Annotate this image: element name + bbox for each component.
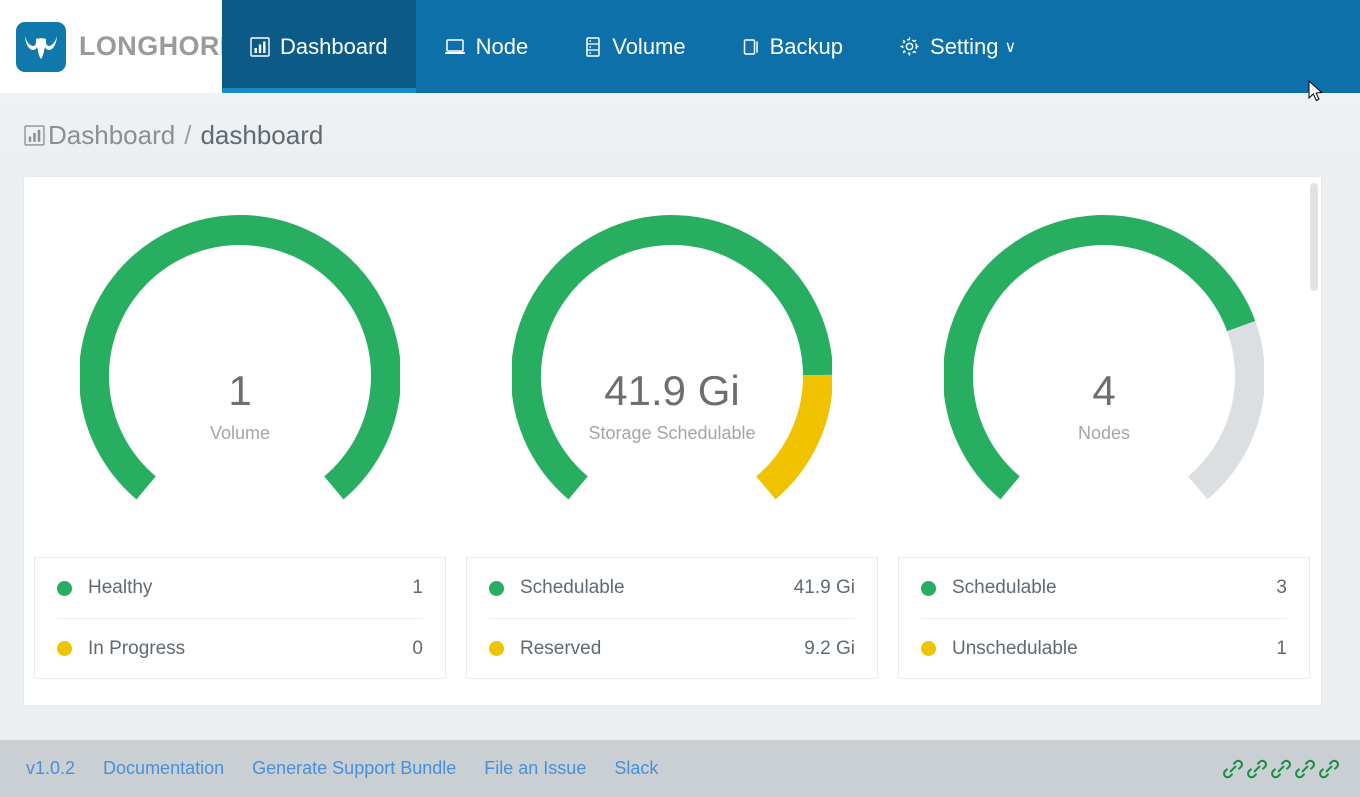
legend-label: Schedulable — [520, 577, 625, 598]
nav-item-setting[interactable]: Setting ∨ — [871, 0, 1044, 93]
legend-row: Healthy 1 In Progress 0 Schedulable 41.9… — [24, 557, 1321, 679]
status-dot-icon — [921, 580, 936, 596]
footer-link-generate-support-bundle[interactable]: Generate Support Bundle — [252, 758, 456, 779]
breadcrumb: Dashboard / dashboard — [0, 93, 1360, 177]
volume-stack-icon — [584, 36, 602, 57]
footer-links: v1.0.2 Documentation Generate Support Bu… — [26, 758, 658, 779]
nav-item-label: Setting — [930, 33, 999, 59]
nav-items: Dashboard Node Volume Backup Setting ∨ — [222, 0, 1044, 93]
brand-name: LONGHORN — [79, 31, 240, 61]
gauge-value: 4 — [1092, 367, 1116, 414]
legend-value: 3 — [1276, 577, 1287, 598]
gauge-row: 1 Volume 41.9 Gi Storage Schedulable 4 N… — [24, 177, 1321, 567]
nav-item-label: Backup — [769, 33, 844, 59]
legend-item: Healthy 1 — [57, 558, 423, 618]
breadcrumb-current: dashboard — [200, 119, 324, 150]
nav-item-label: Node — [475, 33, 529, 59]
legend-item: In Progress 0 — [57, 618, 423, 678]
footer-link-documentation[interactable]: Documentation — [103, 758, 224, 779]
legend-volume: Healthy 1 In Progress 0 — [24, 557, 456, 679]
link-chain-icon[interactable] — [1246, 758, 1268, 780]
legend-value: 9.2 Gi — [804, 637, 855, 659]
link-chain-icon[interactable] — [1318, 758, 1340, 780]
gauge-segment — [944, 215, 1256, 500]
status-dot-icon — [57, 641, 72, 656]
nav-item-dashboard[interactable]: Dashboard — [222, 0, 416, 93]
legend-storage: Schedulable 41.9 Gi Reserved 9.2 Gi — [456, 557, 888, 679]
node-laptop-icon — [444, 37, 466, 57]
nav-item-label: Volume — [612, 33, 686, 59]
gauge-value: 1 — [228, 367, 252, 414]
version-label: v1.0.2 — [26, 758, 76, 778]
gauge-volume: 1 Volume — [24, 201, 456, 567]
link-chain-icon[interactable] — [1222, 758, 1244, 780]
gauge-label: Nodes — [1077, 423, 1131, 444]
legend-value: 41.9 Gi — [793, 577, 855, 598]
footer-link-file-an-issue[interactable]: File an Issue — [484, 758, 586, 779]
breadcrumb-root[interactable]: Dashboard — [48, 120, 175, 151]
legend-value: 0 — [412, 637, 423, 659]
status-dot-icon — [489, 580, 504, 596]
legend-label: Healthy — [88, 577, 153, 598]
gauge-value: 41.9 Gi — [604, 367, 740, 414]
mouse-cursor — [1308, 79, 1324, 109]
gauge-label: Storage Schedulable — [588, 423, 756, 444]
legend-label: Unschedulable — [952, 637, 1078, 659]
nav-item-node[interactable]: Node — [416, 0, 557, 93]
legend-item: Reserved 9.2 Gi — [489, 618, 855, 678]
legend-value: 1 — [412, 577, 423, 598]
legend-label: Reserved — [520, 637, 602, 659]
chart-bar-icon — [24, 124, 45, 146]
backup-copy-icon — [742, 37, 760, 57]
legend-label: Schedulable — [952, 577, 1057, 598]
nav-item-label: Dashboard — [280, 33, 388, 59]
brand-logo[interactable]: LONGHORN — [0, 0, 239, 93]
legend-item: Schedulable 41.9 Gi — [489, 558, 855, 618]
status-dot-icon — [489, 641, 504, 656]
legend-nodes: Schedulable 3 Unschedulable 1 — [888, 557, 1320, 679]
gauge-label: Volume — [209, 423, 271, 444]
legend-item: Unschedulable 1 — [921, 618, 1287, 678]
chevron-down-icon[interactable]: ∨ — [1005, 37, 1017, 57]
link-chain-icon[interactable] — [1270, 758, 1292, 780]
gauge-segment — [80, 215, 400, 500]
status-dot-icon — [921, 641, 936, 656]
breadcrumb-separator: / — [184, 119, 192, 150]
footer-icon-group — [1222, 758, 1340, 780]
legend-item: Schedulable 3 — [921, 558, 1287, 618]
legend-value: 1 — [1276, 637, 1287, 659]
nav-item-volume[interactable]: Volume — [556, 0, 713, 93]
dashboard-content-card: 1 Volume 41.9 Gi Storage Schedulable 4 N… — [24, 177, 1321, 705]
status-dot-icon — [57, 580, 72, 596]
gauge-storage-schedulable: 41.9 Gi Storage Schedulable — [456, 201, 888, 567]
nav-item-backup[interactable]: Backup — [714, 0, 871, 93]
chart-bar-icon — [250, 36, 270, 57]
content-scrollbar-thumb[interactable] — [1310, 183, 1318, 291]
legend-label: In Progress — [88, 637, 186, 659]
footer-link-slack[interactable]: Slack — [614, 758, 658, 779]
top-navigation-bar: LONGHORN Dashboard Node Volume Backup Se… — [0, 0, 1360, 93]
gear-icon — [899, 36, 920, 57]
link-chain-icon[interactable] — [1294, 758, 1316, 780]
footer-bar: v1.0.2 Documentation Generate Support Bu… — [0, 740, 1360, 797]
gauge-nodes: 4 Nodes — [888, 201, 1320, 567]
longhorn-bull-icon — [16, 21, 66, 72]
content-scrollbar[interactable] — [1307, 177, 1321, 705]
gauge-segment — [512, 215, 832, 500]
